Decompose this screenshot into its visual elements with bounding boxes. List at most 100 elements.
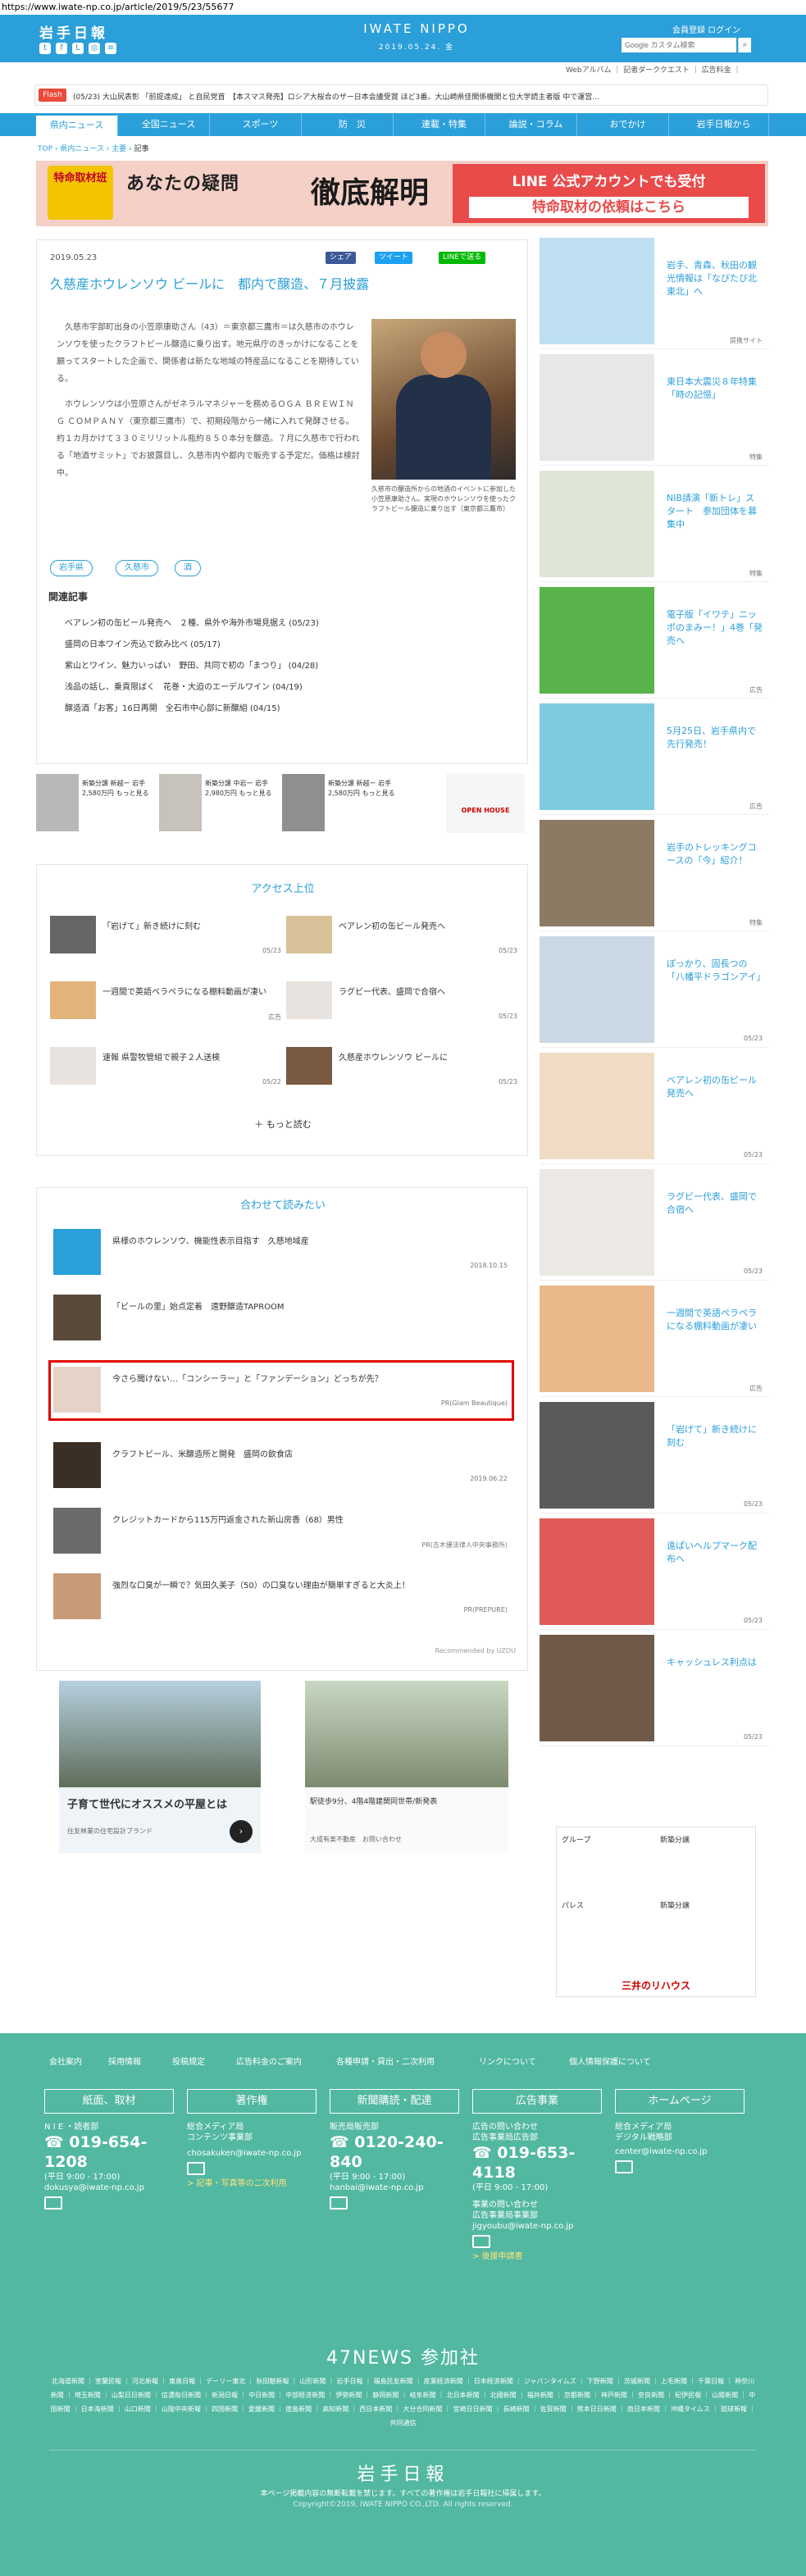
- related-link[interactable]: 盛岡の日本ワイン売込で飲み比べ (05/17): [65, 637, 221, 649]
- sidebar-item[interactable]: 岩手のトレッキングコースの「今」紹介！ 特集: [540, 815, 769, 931]
- email-address[interactable]: jigyoubu@iwate-np.co.jp: [472, 2221, 612, 2232]
- mail-icon[interactable]: [615, 2160, 633, 2173]
- ad-item[interactable]: 新築分譲 中岩ー 岩手 2,980万円 もっと見る: [159, 774, 272, 833]
- mail-icon[interactable]: [330, 2196, 348, 2210]
- footer-box[interactable]: ホームページ: [615, 2089, 745, 2114]
- email-address[interactable]: hanbai@iwate-np.co.jp: [330, 2182, 469, 2193]
- rss-icon[interactable]: ≡: [105, 43, 116, 54]
- nav-item[interactable]: 全国ニュース: [128, 113, 210, 136]
- campaign-banner[interactable]: 特命取材班 あなたの疑問 徹底解明 LINE 公式アカウントでも受付 特命取材の…: [36, 161, 768, 226]
- ranking-item[interactable]: 「岩げて」新き続けに刻む 05/23: [50, 916, 281, 963]
- banner-cta[interactable]: LINE 公式アカウントでも受付 特命取材の依頼はこちら: [453, 164, 765, 223]
- line-icon[interactable]: L: [72, 43, 84, 54]
- recommend-credit[interactable]: Recommended by UZOU: [435, 1647, 516, 1654]
- sidebar-item[interactable]: ぽっかり、固長つの「八幡平ドラゴンアイ」 05/23: [540, 931, 769, 1048]
- email-address[interactable]: chosakuken@iwate-np.co.jp: [187, 2148, 326, 2159]
- breadcrumb-category[interactable]: 県内ニュース: [60, 145, 104, 153]
- url-bar[interactable]: https://www.iwate-np.co.jp/article/2019/…: [0, 0, 806, 15]
- brand-name[interactable]: IWATE NIPPO: [359, 21, 474, 36]
- sidebar-item[interactable]: 東日本大震災８年特集「時の記憶」 特集: [540, 349, 769, 466]
- recommend-item[interactable]: 強烈な口臭が一瞬で？気田久美子（50）の口臭ない理由が簡単すぎると大炎上！ PR(…: [53, 1573, 512, 1623]
- nav-item[interactable]: 岩手日報から: [679, 113, 769, 136]
- ranking-item[interactable]: ラグビー代表、盛岡で合宿へ 05/23: [286, 981, 517, 1029]
- sub-navigation[interactable]: Webアルバム ｜ 記者ダーククエスト ｜ 広告料金 ｜: [566, 64, 740, 75]
- condo-ad[interactable]: 駅徒歩9分、4階4階建関同世帯/新発表 大成有楽不動産 お問い合わせ: [305, 1681, 508, 1853]
- related-link[interactable]: 浅品の話し、乗貢限ばく 花巻・大迫のエーデルワイン (04/19): [65, 680, 303, 692]
- sidebar-item[interactable]: NIB請演「新トレ」スタート 参加団体を募集中 特集: [540, 466, 769, 582]
- nav-item[interactable]: 県内ニュース: [36, 113, 118, 136]
- ranking-item[interactable]: 速報 県警牧管組で親子２人送検 05/22: [50, 1047, 281, 1095]
- footer-link[interactable]: 採用情報: [108, 2055, 141, 2067]
- nav-item[interactable]: おでかけ: [587, 113, 669, 136]
- twitter-icon[interactable]: t: [39, 43, 51, 54]
- sidebar-item[interactable]: 遠ぱいヘルプマーク配布へ 05/23: [540, 1513, 769, 1630]
- arrow-right-icon[interactable]: ›: [230, 1820, 253, 1843]
- instagram-icon[interactable]: ◎: [89, 43, 100, 54]
- recommend-item[interactable]: 今さら聞けない…「コンシーラー」と「ファンデーション」どっちが先？ PR(Glam…: [53, 1367, 512, 1416]
- sidebar-item[interactable]: ラグビー代表、盛岡で合宿へ 05/23: [540, 1164, 769, 1281]
- recommend-item[interactable]: クラフトビール、米醸造所と開発 盛岡の飲食店 2019.06.22: [53, 1442, 512, 1491]
- footer-link[interactable]: リンクについて: [479, 2055, 536, 2067]
- nav-item[interactable]: 論説・コラム: [495, 113, 577, 136]
- footer-link[interactable]: 個人情報保護について: [569, 2055, 651, 2067]
- breadcrumb-top[interactable]: TOP: [38, 145, 52, 153]
- sidebar-item[interactable]: 「岩げて」新き続けに刻む 05/23: [540, 1397, 769, 1513]
- phone-number[interactable]: ☎ 0120-240-840: [330, 2132, 469, 2172]
- line-share-button[interactable]: LINEで送る: [439, 252, 486, 264]
- footer-box[interactable]: 紙面、取材: [44, 2089, 174, 2114]
- sidebar-item[interactable]: 一週間で英語ペラペラになる棚料動画が凄い 広告: [540, 1281, 769, 1397]
- footer-box[interactable]: 著作権: [187, 2089, 316, 2114]
- sidebar-item[interactable]: 電子版「イワテ」ニッポのまみー！」4巻「発売へ 広告: [540, 582, 769, 699]
- flash-ticker[interactable]: (05/23) 大山尻表彰 「前提達成」 と自民党首 【本スマス発売】ロシア大桜…: [73, 91, 762, 102]
- search-icon[interactable]: ⌕: [738, 38, 751, 52]
- nav-item[interactable]: 防 災: [312, 113, 394, 136]
- nav-item[interactable]: スポーツ: [220, 113, 302, 136]
- facebook-share-button[interactable]: シェア: [326, 252, 357, 264]
- twitter-share-button[interactable]: ツイート: [375, 252, 413, 264]
- related-link[interactable]: 醸造酒「お客」16日再開 全石市中心部に新醸組 (04/15): [65, 701, 280, 713]
- related-link[interactable]: 紫山とワイン、魅力いっぱい 野田、共同で初の「まつり」 (04/28): [65, 658, 318, 671]
- housing-ad[interactable]: 子育て世代にオススメの平屋とは 住友林業の住宅設計ブランド ›: [59, 1681, 261, 1853]
- mail-icon[interactable]: [44, 2196, 62, 2210]
- article-tag[interactable]: 酒: [175, 560, 201, 576]
- ranking-item[interactable]: ベアレン初の缶ビール発売へ 05/23: [286, 916, 517, 963]
- read-more-button[interactable]: ＋ もっと読む: [37, 1117, 529, 1131]
- secondary-use-link[interactable]: > 記事・写真等の二次利用: [187, 2178, 326, 2189]
- article-photo[interactable]: [371, 319, 516, 480]
- sidebar-item[interactable]: 岩手、青森、秋田の観光情報は「なびたび北東北」へ 提携サイト: [540, 233, 769, 349]
- member-papers[interactable]: 北海道新聞 ｜ 室蘭民報 ｜ 河北新報 ｜ 東奥日報 ｜ デーリー東北 ｜ 秋田…: [49, 2374, 757, 2430]
- footer-link[interactable]: 投稿規定: [172, 2055, 205, 2067]
- related-link[interactable]: ベアレン初の缶ビール発売へ ２種、県外や海外市場見据え (05/23): [65, 616, 319, 628]
- email-address[interactable]: dokusya@iwate-np.co.jp: [44, 2182, 184, 2193]
- footer-logo[interactable]: 岩手日報: [0, 2460, 806, 2486]
- ad-item[interactable]: 新築分譲 新越ー 岩手 2,580万円 もっと見る: [282, 774, 395, 833]
- sidebar-item[interactable]: 5月25日、岩手県内で先行発売！ 広告: [540, 699, 769, 815]
- phone-number[interactable]: ☎ 019-653-4118: [472, 2143, 612, 2182]
- ranking-item[interactable]: 久慈産ホウレンソウ ビールに 05/23: [286, 1047, 517, 1095]
- mail-icon[interactable]: [472, 2235, 490, 2248]
- footer-box[interactable]: 広告事業: [472, 2089, 602, 2114]
- recommend-item[interactable]: 県様のホウレンソウ、機能性表示目指す 久慈地域産 2018.10.15: [53, 1229, 512, 1278]
- footer-link[interactable]: 広告料金のご案内: [236, 2055, 302, 2067]
- realestate-ad[interactable]: グループ 新築分譲 パレス 新築分譲 三井のリハウス: [556, 1827, 756, 1997]
- recommend-item[interactable]: クレジットカードから115万円返金された新山房香（68）男性 PR(吉木優法律人中…: [53, 1508, 512, 1557]
- footer-box[interactable]: 新聞購読・配達: [330, 2089, 459, 2114]
- mail-icon[interactable]: [187, 2162, 205, 2175]
- footer-link[interactable]: 会社案内: [49, 2055, 82, 2067]
- open-house-logo[interactable]: OPEN HOUSE: [446, 774, 525, 833]
- article-tag[interactable]: 岩手県: [50, 560, 93, 576]
- facebook-icon[interactable]: f: [56, 43, 67, 54]
- ad-item[interactable]: 新築分譲 新越ー 岩手 2,580万円 もっと見る: [36, 774, 149, 833]
- breadcrumb-sub[interactable]: 主要: [112, 145, 126, 153]
- recommend-item[interactable]: 「ビールの里」始点定着 遠野醸造TAPROOM: [53, 1295, 512, 1344]
- search-input[interactable]: [622, 38, 736, 52]
- sidebar-item[interactable]: ベアレン初の缶ビール発売へ 05/23: [540, 1048, 769, 1164]
- site-logo[interactable]: 岩手日報: [39, 21, 108, 42]
- sponsorship-link[interactable]: > 後援申請書: [472, 2251, 612, 2262]
- ranking-item[interactable]: 一週間で英語ペラペラになる棚料動画が凄い 広告: [50, 981, 281, 1029]
- sidebar-item[interactable]: キャッシュレス利点は 05/23: [540, 1630, 769, 1746]
- footer-link[interactable]: 各種申請・貸出・二次利用: [336, 2055, 435, 2067]
- account-links[interactable]: 会員登録 ログイン: [672, 23, 740, 35]
- phone-number[interactable]: ☎ 019-654-1208: [44, 2132, 184, 2172]
- email-address[interactable]: center@iwate-np.co.jp: [615, 2146, 754, 2157]
